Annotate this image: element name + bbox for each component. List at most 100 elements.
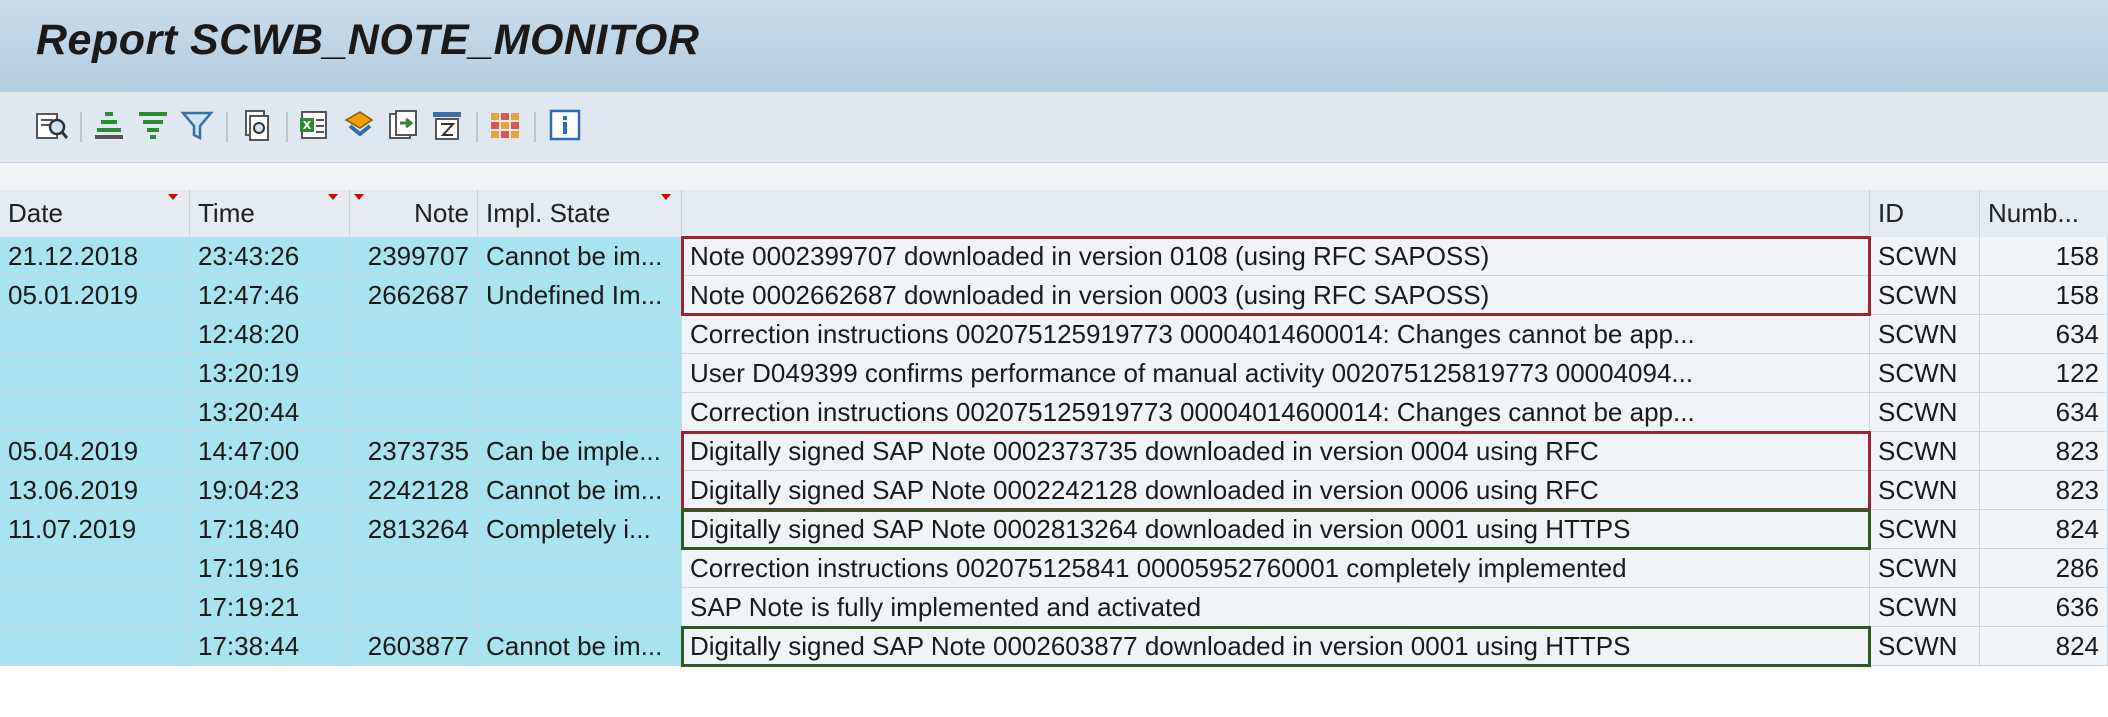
cell-id[interactable]: SCWN <box>1870 315 1980 354</box>
table-row[interactable]: 13.06.2019 19:04:23 2242128 Cannot be im...… <box>0 471 2108 510</box>
table-row[interactable]: 17:19:16 Correction instructions 00207512… <box>0 549 2108 588</box>
table-row[interactable]: 13:20:19 User D049399 confirms performanc… <box>0 354 2108 393</box>
cell-impl-state[interactable] <box>478 588 682 627</box>
cell-message[interactable]: Correction instructions 002075125841 000… <box>682 549 1870 588</box>
cell-time[interactable]: 13:20:19 <box>190 354 350 393</box>
column-header-date[interactable]: Date <box>0 190 190 237</box>
cell-note[interactable]: 2399707 <box>350 237 478 276</box>
cell-time[interactable]: 19:04:23 <box>190 471 350 510</box>
export-spreadsheet-icon[interactable]: X <box>296 106 334 144</box>
cell-note[interactable]: 2662687 <box>350 276 478 315</box>
cell-number[interactable]: 824 <box>1980 627 2108 666</box>
cell-impl-state[interactable] <box>478 393 682 432</box>
cell-note[interactable]: 2373735 <box>350 432 478 471</box>
cell-time[interactable]: 17:18:40 <box>190 510 350 549</box>
column-header-id[interactable]: ID <box>1870 190 1980 237</box>
cell-date[interactable]: 05.01.2019 <box>0 276 190 315</box>
cell-number[interactable]: 823 <box>1980 471 2108 510</box>
cell-note[interactable]: 2242128 <box>350 471 478 510</box>
information-icon[interactable] <box>546 106 584 144</box>
cell-number[interactable]: 824 <box>1980 510 2108 549</box>
cell-number[interactable]: 122 <box>1980 354 2108 393</box>
cell-id[interactable]: SCWN <box>1870 471 1980 510</box>
abc-analysis-icon[interactable] <box>428 106 466 144</box>
cell-number[interactable]: 286 <box>1980 549 2108 588</box>
cell-id[interactable]: SCWN <box>1870 510 1980 549</box>
column-header-time[interactable]: Time <box>190 190 350 237</box>
cell-id[interactable]: SCWN <box>1870 237 1980 276</box>
table-row[interactable]: 17:19:21 SAP Note is fully implemented an… <box>0 588 2108 627</box>
cell-date[interactable] <box>0 627 190 666</box>
cell-date[interactable]: 21.12.2018 <box>0 237 190 276</box>
cell-note[interactable] <box>350 354 478 393</box>
table-row[interactable]: 13:20:44 Correction instructions 00207512… <box>0 393 2108 432</box>
cell-id[interactable]: SCWN <box>1870 393 1980 432</box>
cell-id[interactable]: SCWN <box>1870 549 1980 588</box>
send-icon[interactable] <box>384 106 422 144</box>
filter-icon[interactable] <box>178 106 216 144</box>
cell-note[interactable]: 2603877 <box>350 627 478 666</box>
cell-message[interactable]: Digitally signed SAP Note 0002813264 dow… <box>682 510 1870 549</box>
cell-time[interactable]: 13:20:44 <box>190 393 350 432</box>
table-row[interactable]: 21.12.2018 23:43:26 2399707 Cannot be im...… <box>0 237 2108 276</box>
cell-message[interactable]: Digitally signed SAP Note 0002603877 dow… <box>682 627 1870 666</box>
sort-descending-icon[interactable] <box>134 106 172 144</box>
cell-note[interactable]: 2813264 <box>350 510 478 549</box>
cell-time[interactable]: 17:38:44 <box>190 627 350 666</box>
cell-note[interactable] <box>350 549 478 588</box>
cell-impl-state[interactable] <box>478 315 682 354</box>
cell-number[interactable]: 823 <box>1980 432 2108 471</box>
cell-message[interactable]: Note 0002662687 downloaded in version 00… <box>682 276 1870 315</box>
cell-message[interactable]: SAP Note is fully implemented and activa… <box>682 588 1870 627</box>
cell-impl-state[interactable] <box>478 549 682 588</box>
cell-id[interactable]: SCWN <box>1870 432 1980 471</box>
cell-note[interactable] <box>350 393 478 432</box>
cell-id[interactable]: SCWN <box>1870 588 1980 627</box>
table-row[interactable]: 17:38:44 2603877 Cannot be im... Digitally … <box>0 627 2108 666</box>
cell-number[interactable]: 634 <box>1980 393 2108 432</box>
cell-id[interactable]: SCWN <box>1870 354 1980 393</box>
cell-number[interactable]: 158 <box>1980 276 2108 315</box>
cell-impl-state[interactable]: Undefined Im... <box>478 276 682 315</box>
export-local-file-icon[interactable] <box>340 106 378 144</box>
cell-date[interactable] <box>0 549 190 588</box>
details-icon[interactable] <box>32 106 70 144</box>
column-header-number[interactable]: Numb... <box>1980 190 2108 237</box>
cell-message[interactable]: User D049399 confirms performance of man… <box>682 354 1870 393</box>
cell-time[interactable]: 17:19:21 <box>190 588 350 627</box>
print-preview-icon[interactable] <box>238 106 276 144</box>
cell-date[interactable] <box>0 354 190 393</box>
cell-impl-state[interactable]: Can be imple... <box>478 432 682 471</box>
cell-message[interactable]: Note 0002399707 downloaded in version 01… <box>682 237 1870 276</box>
table-row[interactable]: 05.01.2019 12:47:46 2662687 Undefined Im...… <box>0 276 2108 315</box>
cell-date[interactable]: 13.06.2019 <box>0 471 190 510</box>
column-header-note[interactable]: Note <box>350 190 478 237</box>
change-layout-icon[interactable] <box>486 106 524 144</box>
cell-date[interactable]: 05.04.2019 <box>0 432 190 471</box>
cell-message[interactable]: Digitally signed SAP Note 0002373735 dow… <box>682 432 1870 471</box>
cell-date[interactable] <box>0 315 190 354</box>
cell-number[interactable]: 636 <box>1980 588 2108 627</box>
column-header-message[interactable] <box>682 190 1870 237</box>
cell-number[interactable]: 634 <box>1980 315 2108 354</box>
cell-id[interactable]: SCWN <box>1870 627 1980 666</box>
column-header-impl-state[interactable]: Impl. State <box>478 190 682 237</box>
cell-date[interactable] <box>0 393 190 432</box>
cell-date[interactable]: 11.07.2019 <box>0 510 190 549</box>
table-row[interactable]: 12:48:20 Correction instructions 00207512… <box>0 315 2108 354</box>
cell-time[interactable]: 12:47:46 <box>190 276 350 315</box>
table-row[interactable]: 11.07.2019 17:18:40 2813264 Completely i...… <box>0 510 2108 549</box>
cell-impl-state[interactable]: Cannot be im... <box>478 627 682 666</box>
cell-time[interactable]: 12:48:20 <box>190 315 350 354</box>
cell-date[interactable] <box>0 588 190 627</box>
cell-message[interactable]: Correction instructions 002075125919773 … <box>682 315 1870 354</box>
cell-time[interactable]: 17:19:16 <box>190 549 350 588</box>
sort-ascending-icon[interactable] <box>90 106 128 144</box>
cell-message[interactable]: Digitally signed SAP Note 0002242128 dow… <box>682 471 1870 510</box>
cell-note[interactable] <box>350 315 478 354</box>
cell-time[interactable]: 14:47:00 <box>190 432 350 471</box>
table-row[interactable]: 05.04.2019 14:47:00 2373735 Can be imple...… <box>0 432 2108 471</box>
cell-number[interactable]: 158 <box>1980 237 2108 276</box>
cell-impl-state[interactable]: Cannot be im... <box>478 237 682 276</box>
cell-note[interactable] <box>350 588 478 627</box>
